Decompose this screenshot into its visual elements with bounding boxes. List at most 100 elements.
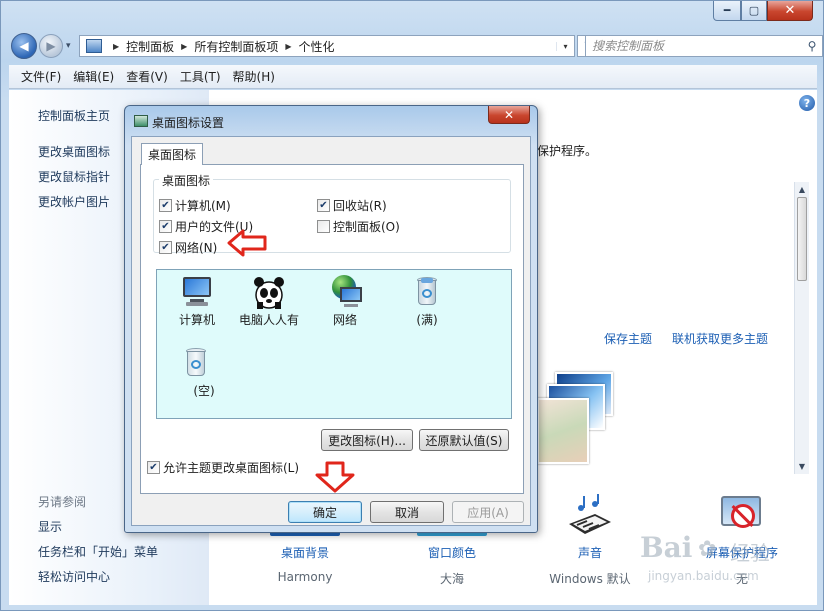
desktop-background-value: Harmony (277, 570, 333, 584)
caption-buttons: ━ ▢ ✕ (713, 1, 813, 21)
check-icon[interactable]: ✔ (147, 461, 160, 474)
scroll-up-icon[interactable]: ▲ (795, 182, 809, 197)
annotation-arrow-down-icon (315, 461, 355, 493)
sounds-item[interactable]: 声音 Windows 默认 (530, 494, 650, 587)
forward-button[interactable]: ▶ (39, 34, 63, 58)
get-more-themes-link[interactable]: 联机获取更多主题 (672, 330, 768, 347)
minimize-button[interactable]: ━ (713, 1, 741, 21)
theme-thumbnail[interactable] (537, 370, 619, 466)
preview-item-recycle-empty[interactable]: (空) (157, 346, 237, 399)
ok-button[interactable]: 确定 (288, 501, 362, 523)
group-title: 桌面图标 (159, 172, 214, 189)
change-desktop-icons-link[interactable]: 更改桌面图标 (38, 143, 110, 160)
preview-recycle-full-label: (满) (416, 313, 438, 327)
breadcrumb-all-items[interactable]: 所有控制面板项 (194, 38, 278, 55)
watermark-url: jingyan.baidu.com (648, 569, 759, 583)
watermark-brand: Bai (640, 531, 693, 564)
check-icon[interactable]: ✔ (317, 199, 330, 212)
recycle-bin-full-icon (410, 275, 444, 309)
menu-tools[interactable]: 工具(T) (174, 65, 227, 88)
checkbox-control-panel[interactable]: 控制面板(O) (317, 218, 400, 235)
tab-panel: 桌面图标 ✔ 计算机(M) ✔ 回收站(R) ✔ 用户的文件(U) 控制面板(O… (140, 164, 524, 494)
address-bar[interactable]: ▶ 控制面板 ▶ 所有控制面板项 ▶ 个性化 ▾ (79, 35, 575, 57)
preview-item-user-files[interactable]: 电脑人人有 (229, 275, 309, 328)
theme-thumb-front (537, 398, 589, 464)
menu-view[interactable]: 查看(V) (120, 65, 174, 88)
checkbox-recycle-bin-label: 回收站(R) (333, 199, 387, 213)
preview-recycle-empty-label: (空) (193, 384, 215, 398)
change-icon-button[interactable]: 更改图标(H)... (321, 429, 413, 451)
sounds-value: Windows 默认 (549, 572, 631, 586)
theme-list-scrollbar[interactable]: ▲ ▼ (794, 182, 809, 474)
dialog-close-button[interactable]: ✕ (488, 106, 530, 124)
ease-of-access-link[interactable]: 轻松访问中心 (38, 568, 110, 585)
baidu-watermark: Bai ✿ 经验 jingyan.baidu.com (636, 531, 788, 593)
check-icon[interactable]: ✔ (159, 199, 172, 212)
checkbox-allow-themes[interactable]: ✔ 允许主题更改桌面图标(L) (147, 459, 299, 476)
back-button[interactable]: ◀ (11, 33, 37, 59)
breadcrumb-separator-icon[interactable]: ▶ (181, 42, 187, 51)
menu-bar: 文件(F) 编辑(E) 查看(V) 工具(T) 帮助(H) (9, 65, 817, 89)
recycle-bin-empty-icon (179, 346, 213, 380)
desktop-background-label: 桌面背景 (280, 546, 329, 560)
recent-pages-dropdown[interactable]: ▾ (66, 41, 71, 51)
dialog-app-icon (134, 115, 148, 127)
menu-help[interactable]: 帮助(H) (227, 65, 281, 88)
help-icon[interactable]: ? (799, 95, 815, 111)
close-button[interactable]: ✕ (767, 1, 813, 21)
scroll-down-icon[interactable]: ▼ (795, 459, 809, 474)
watermark-suffix: 经验 (730, 541, 770, 565)
breadcrumb-separator-icon[interactable]: ▶ (113, 42, 119, 51)
restore-default-button[interactable]: 还原默认值(S) (419, 429, 509, 451)
change-account-picture-link[interactable]: 更改帐户图片 (38, 193, 110, 210)
preview-item-recycle-full[interactable]: (满) (387, 275, 467, 328)
computer-icon (180, 275, 214, 309)
save-theme-link[interactable]: 保存主题 (604, 330, 652, 347)
menu-file[interactable]: 文件(F) (15, 65, 67, 88)
preview-computer-label: 计算机 (178, 313, 215, 327)
checkbox-computer[interactable]: ✔ 计算机(M) (159, 197, 231, 214)
preview-user-files-label: 电脑人人有 (238, 313, 299, 327)
checkbox-network[interactable]: ✔ 网络(N) (159, 239, 217, 256)
unchecked-box-icon[interactable] (317, 220, 330, 233)
window-color-value: 大海 (439, 572, 464, 586)
breadcrumb-control-panel[interactable]: 控制面板 (126, 38, 174, 55)
screensaver-icon (719, 494, 765, 536)
search-box[interactable]: ⚲ (585, 35, 823, 57)
check-icon[interactable]: ✔ (159, 241, 172, 254)
window-color-label: 窗口颜色 (427, 546, 476, 560)
preview-item-network[interactable]: 网络 (305, 275, 385, 328)
control-panel-window: ━ ▢ ✕ ◀ ▶ ▾ ▶ 控制面板 ▶ 所有控制面板项 ▶ 个性化 ▾ ↻ ⚲… (0, 0, 824, 611)
watermark-paw-icon: ✿ (698, 537, 717, 562)
icon-preview-area[interactable]: 计算机 电脑人人有 网络 (满) (空) (156, 269, 512, 419)
maximize-button[interactable]: ▢ (741, 1, 767, 21)
apply-button: 应用(A) (452, 501, 524, 523)
checkbox-allow-themes-label: 允许主题更改桌面图标(L) (163, 461, 300, 475)
navigation-bar: ◀ ▶ ▾ ▶ 控制面板 ▶ 所有控制面板项 ▶ 个性化 ▾ ↻ ⚲ (9, 33, 823, 59)
checkbox-network-label: 网络(N) (175, 241, 218, 255)
preview-item-computer[interactable]: 计算机 (157, 275, 237, 328)
breadcrumb: ▶ 控制面板 ▶ 所有控制面板项 ▶ 个性化 (106, 38, 335, 55)
cancel-button[interactable]: 取消 (370, 501, 444, 523)
annotation-arrow-left-icon (227, 229, 267, 257)
scroll-thumb[interactable] (797, 197, 807, 281)
search-input[interactable] (592, 39, 802, 53)
control-panel-icon (86, 39, 102, 53)
address-dropdown-icon[interactable]: ▾ (556, 41, 574, 51)
control-panel-home-link[interactable]: 控制面板主页 (38, 107, 110, 124)
tab-desktop-icons[interactable]: 桌面图标 (141, 143, 204, 165)
sounds-icon (565, 494, 615, 536)
checkbox-computer-label: 计算机(M) (175, 199, 231, 213)
taskbar-start-menu-link[interactable]: 任务栏和「开始」菜单 (38, 543, 158, 560)
check-icon[interactable]: ✔ (159, 220, 172, 233)
search-icon[interactable]: ⚲ (802, 39, 822, 53)
change-mouse-pointer-link[interactable]: 更改鼠标指针 (38, 168, 110, 185)
breadcrumb-personalization[interactable]: 个性化 (299, 38, 335, 55)
checkbox-recycle-bin[interactable]: ✔ 回收站(R) (317, 197, 387, 214)
description-text: 保护程序。 (537, 144, 598, 158)
checkbox-control-panel-label: 控制面板(O) (333, 220, 400, 234)
display-link[interactable]: 显示 (38, 518, 62, 535)
preview-network-label: 网络 (332, 313, 357, 327)
menu-edit[interactable]: 编辑(E) (67, 65, 120, 88)
breadcrumb-separator-icon[interactable]: ▶ (285, 42, 291, 51)
